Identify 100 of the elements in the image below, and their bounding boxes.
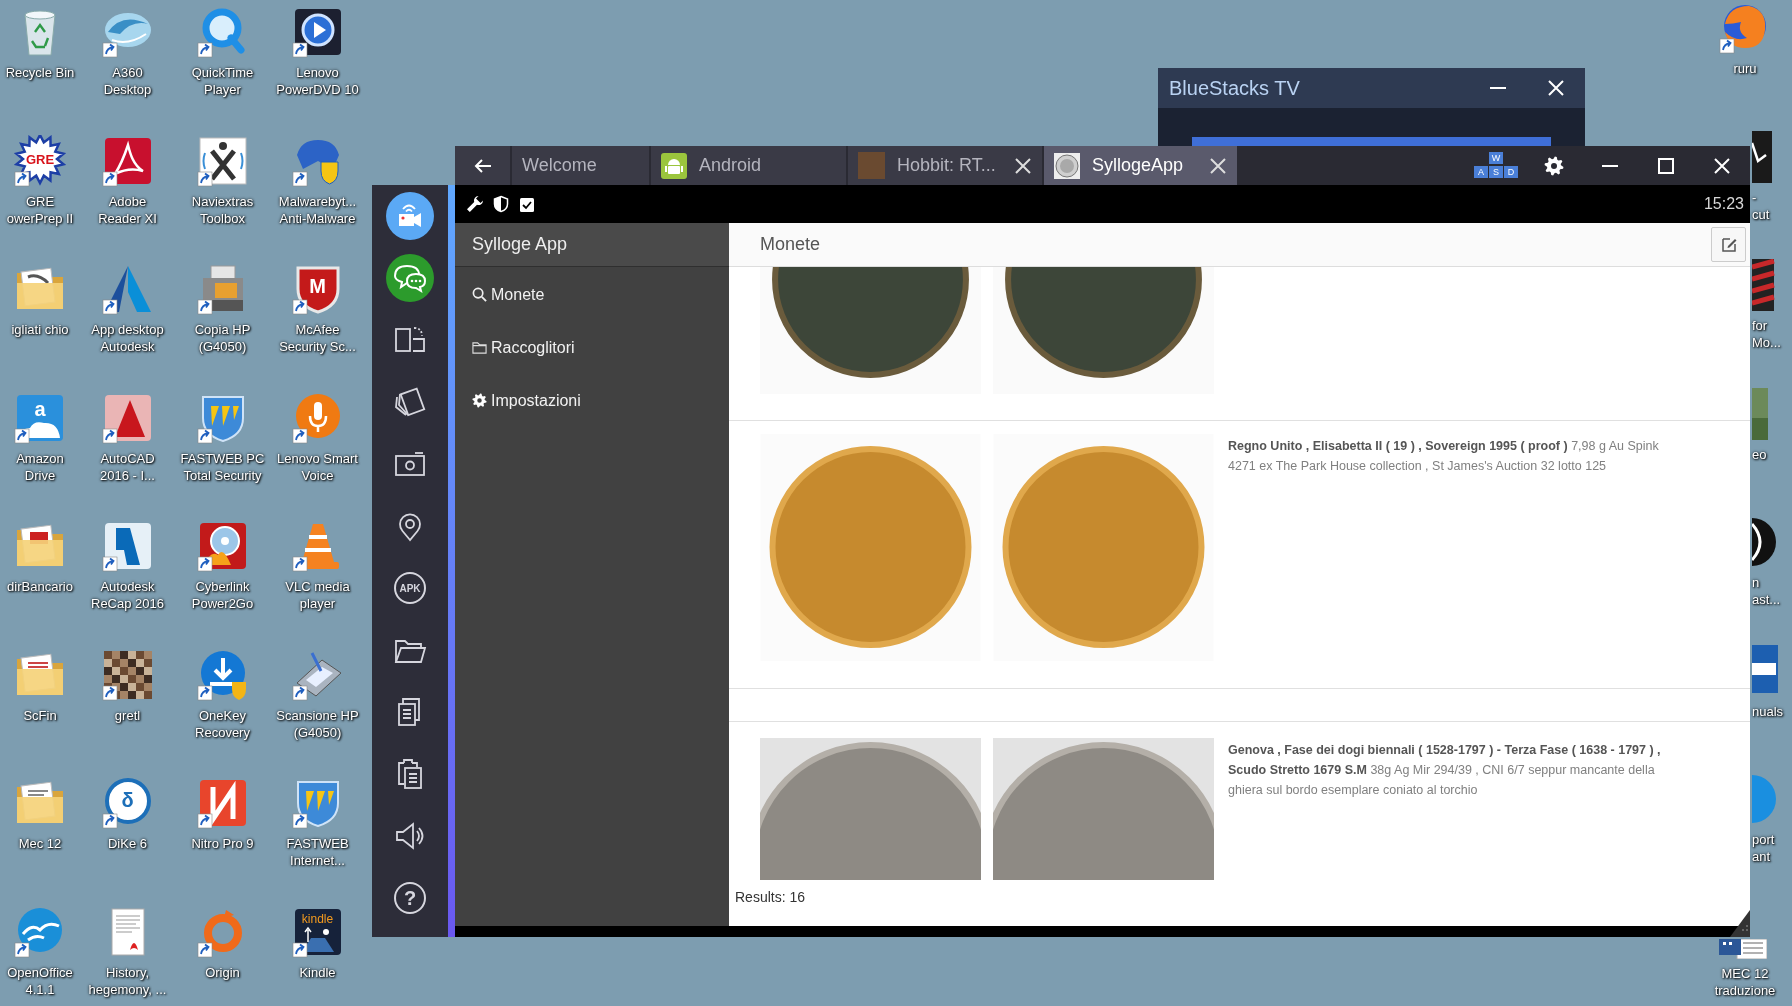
settings-icon (1544, 155, 1564, 176)
coin-description: Regno Unito , Elisabetta II ( 19 ) , Sovereign 1995 ( proof ) 7,98 g Au Spink 4271 ex The Park House collection , St James's Auction 32 lotto 125 (1228, 438, 1660, 475)
desktop-icon-label[interactable]: VLC media player (285, 578, 350, 612)
tab[interactable]: Hobbit: RT... (848, 146, 1042, 185)
drawer-item[interactable]: Impostazioni (455, 374, 729, 427)
arrow-left-icon (473, 156, 492, 175)
desktop-icon-label[interactable]: Cyberlink Power2Go (191, 578, 254, 612)
coin-description: Genova , Fase dei dogi biennali ( 1528-1797 ) - Terza Fase ( 1638 - 1797 ) , Scudo Stretto 1679 S.M 38g Ag Mir 294/39 , CNI 6/7 seppur mancante della ghiera sul bordo esemplare coniato al torchio (1228, 742, 1662, 799)
desktop-icon-label[interactable]: OneKey Recovery (195, 706, 250, 741)
logo-text: a (34, 398, 46, 419)
keyboard-key[interactable]: D (1504, 166, 1518, 178)
desktop-icon-label[interactable]: QuickTime Player (191, 64, 254, 98)
game-thumbnail-placeholder (858, 152, 885, 179)
coin-icon (1054, 152, 1080, 179)
chat-bubbles-icon[interactable] (386, 254, 434, 302)
desktop-icon-label[interactable]: Kindle (299, 963, 336, 981)
desktop-icon-label[interactable]: nuals (1752, 702, 1784, 720)
download-circle-icon[interactable] (196, 648, 249, 701)
desktop-icon-label[interactable]: App desktop Autodesk (91, 321, 164, 355)
edit-button[interactable] (1711, 227, 1746, 262)
close-icon (1548, 80, 1564, 96)
tv-window-title: BlueStacks TV (1169, 76, 1301, 100)
desktop-icon-label[interactable]: Mec 12 (18, 835, 62, 852)
desktop-icon-label[interactable]: Naviextras Toolbox (191, 192, 254, 227)
search-icon (472, 287, 487, 302)
document-icon[interactable] (1719, 938, 1767, 959)
play-tile-icon[interactable] (291, 6, 344, 58)
desktop-icon-label[interactable]: Scansione HP (G4050) (276, 706, 359, 741)
keyboard-key[interactable]: W (1489, 152, 1503, 164)
desktop-icon-label[interactable]: ruru (1733, 60, 1757, 77)
logo-text: kindle (301, 912, 334, 925)
wrench-icon (466, 195, 484, 213)
results-count: Results: 16 (735, 889, 806, 905)
ring-logo-icon[interactable] (101, 777, 154, 829)
maximize-icon (1658, 157, 1674, 174)
desktop-icon-label[interactable]: Nitro Pro 9 (191, 835, 254, 852)
mosaic-icon[interactable] (101, 648, 154, 701)
shield-icon (492, 195, 510, 213)
desktop-icon-label[interactable]: Amazon Drive (16, 449, 64, 484)
resize-grip-icon[interactable] (1730, 910, 1750, 937)
tab[interactable]: SyllogeApp (1044, 146, 1237, 185)
android-robot-icon (661, 152, 687, 179)
close-icon (1714, 157, 1730, 174)
desktop-icon-label[interactable]: Malwarebyt... Anti-Malware (278, 192, 357, 227)
settings-icon (472, 393, 487, 408)
desktop-icon-label[interactable]: Lenovo PowerDVD 10 (276, 64, 359, 98)
desktop-icon-label[interactable]: Copia HP (G4050) (194, 321, 251, 355)
status-time: 15:23 (1703, 195, 1744, 213)
keyboard-key[interactable]: S (1489, 166, 1503, 178)
desktop-icon-label[interactable]: MEC 12 traduzione (1714, 964, 1776, 999)
desktop-icon-label[interactable]: DiKe 6 (108, 835, 147, 852)
desktop-icon-label[interactable]: n ast... (1752, 574, 1781, 608)
desktop-icon-label[interactable]: FASTWEB Internet... (286, 835, 349, 869)
tilted-cards-icon[interactable] (393, 385, 427, 419)
desktop-icon-label[interactable]: igliati chio (11, 321, 69, 338)
desktop-icon-label[interactable]: History, hegemony, ... (88, 963, 167, 998)
keyboard-key[interactable]: A (1474, 166, 1488, 178)
desktop-icon-label[interactable]: Recycle Bin (5, 64, 75, 81)
minimize-icon (1490, 87, 1506, 89)
clipboard-check-icon (518, 195, 536, 213)
drawer-item[interactable]: Monete (455, 268, 729, 321)
close-icon (1015, 157, 1031, 174)
desktop-icon-label[interactable]: Adobe Reader XI (98, 192, 157, 227)
desktop-icon-label[interactable]: Lenovo Smart Voice (277, 449, 358, 484)
x-tile-icon[interactable] (196, 134, 249, 187)
logo-text: M (309, 276, 326, 296)
desktop-icon-label[interactable]: for Mo... (1752, 317, 1781, 351)
desktop-icon-label[interactable]: port ant (1752, 831, 1775, 865)
desktop-icon-label[interactable]: OpenOffice 4.1.1 (7, 963, 73, 998)
desktop-icon-label[interactable]: ScFin (23, 706, 57, 724)
disc-tile-icon[interactable] (196, 520, 249, 572)
tab[interactable]: Android (651, 146, 846, 185)
desktop-icon-label[interactable]: gretl (114, 706, 141, 724)
drawer-item[interactable]: Raccoglitori (455, 321, 729, 374)
desktop-icon-label[interactable]: dirBancario (7, 578, 73, 595)
starburst-icon[interactable] (14, 134, 66, 187)
logo-text: GRE (25, 152, 55, 166)
desktop-icon-label[interactable]: GRE owerPrep II (6, 192, 74, 227)
video-broadcast-icon[interactable] (386, 192, 434, 240)
folder-icon (472, 340, 487, 355)
desktop-icon-label[interactable]: A360 Desktop (103, 64, 152, 98)
edit-icon (1719, 235, 1738, 254)
help-button[interactable]: ? (394, 882, 426, 914)
desktop-icon-label[interactable]: McAfee Security Sc... (279, 321, 356, 355)
back-button[interactable] (455, 146, 510, 185)
minimize-icon (1602, 164, 1618, 167)
tab[interactable]: Welcome (512, 146, 649, 185)
logo-text: δ (121, 790, 134, 810)
tile-icon[interactable] (101, 520, 154, 572)
desktop-icon-label[interactable]: Autodesk ReCap 2016 (91, 578, 164, 612)
desktop-icon-label[interactable]: FASTWEB PC Total Security (180, 449, 265, 484)
page-title: Monete (760, 234, 821, 255)
desktop-icon-label[interactable]: - cut (1752, 188, 1770, 223)
app-title: Sylloge App (472, 234, 568, 255)
close-icon (1210, 157, 1226, 174)
desktop-icon-label[interactable]: eo (1752, 445, 1767, 463)
apk-button[interactable]: APK (394, 572, 426, 604)
desktop-icon-label[interactable]: Origin (205, 963, 240, 981)
desktop-icon-label[interactable]: AutoCAD 2016 - I... (100, 449, 155, 484)
ribbon-tile-icon[interactable] (196, 777, 249, 829)
